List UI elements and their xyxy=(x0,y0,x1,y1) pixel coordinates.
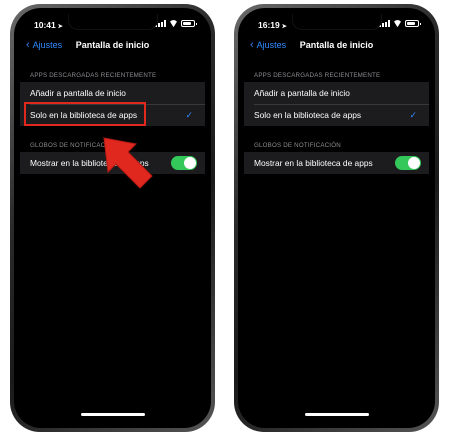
status-time: 16:19 ➤ xyxy=(258,20,287,30)
red-pointer-arrow xyxy=(103,137,153,189)
phone-frame-right: 16:19 ➤ ‹ Ajustes Pantalla de inicio APPS… xyxy=(234,4,439,432)
option-app-library-only[interactable]: Solo en la biblioteca de apps ✓ xyxy=(20,102,205,126)
home-indicator xyxy=(304,413,369,416)
option-app-library-only[interactable]: Solo en la biblioteca de apps ✓ xyxy=(244,104,429,126)
screen-left: 10:41 ➤ ‹ Ajustes Pantalla de inicio APPS… xyxy=(20,14,205,422)
badges-options: Mostrar en la biblioteca de apps xyxy=(244,152,429,174)
phone-bezel: 16:19 ➤ ‹ Ajustes Pantalla de inicio APPS… xyxy=(238,8,435,428)
show-in-library-row: Mostrar en la biblioteca de apps xyxy=(244,152,429,174)
navigation-bar: ‹ Ajustes Pantalla de inicio xyxy=(244,36,429,56)
checkmark-icon: ✓ xyxy=(409,109,417,120)
battery-icon xyxy=(181,20,197,27)
phone-bezel: 10:41 ➤ ‹ Ajustes Pantalla de inicio APPS… xyxy=(14,8,211,428)
option-label: Solo en la biblioteca de apps xyxy=(30,110,138,120)
notch xyxy=(67,14,158,30)
section-header-recent-apps: APPS DESCARGADAS RECIENTEMENTE xyxy=(254,72,381,79)
show-in-library-toggle[interactable] xyxy=(171,156,197,170)
checkmark-icon: ✓ xyxy=(185,109,193,120)
navigation-bar: ‹ Ajustes Pantalla de inicio xyxy=(20,36,205,56)
toggle-label: Mostrar en la biblioteca de apps xyxy=(254,158,373,168)
option-add-to-home[interactable]: Añadir a pantalla de inicio xyxy=(20,82,205,104)
option-label: Solo en la biblioteca de apps xyxy=(254,110,362,120)
wifi-icon xyxy=(169,20,178,27)
page-title: Pantalla de inicio xyxy=(299,40,374,50)
notch xyxy=(291,14,382,30)
section-header-recent-apps: APPS DESCARGADAS RECIENTEMENTE xyxy=(30,72,157,79)
location-arrow-icon: ➤ xyxy=(281,24,287,30)
option-add-to-home[interactable]: Añadir a pantalla de inicio xyxy=(244,82,429,104)
status-time: 10:41 ➤ xyxy=(34,20,63,30)
section-header-badges: GLOBOS DE NOTIFICACIÓN xyxy=(254,142,341,149)
wifi-icon xyxy=(393,20,402,27)
status-icons xyxy=(155,20,197,27)
battery-icon xyxy=(405,20,421,27)
screen-right: 16:19 ➤ ‹ Ajustes Pantalla de inicio APPS… xyxy=(244,14,429,422)
phone-frame-left: 10:41 ➤ ‹ Ajustes Pantalla de inicio APPS… xyxy=(10,4,215,432)
recent-apps-options: Añadir a pantalla de inicio Solo en la b… xyxy=(244,82,429,126)
option-label: Añadir a pantalla de inicio xyxy=(254,88,350,98)
show-in-library-toggle[interactable] xyxy=(395,156,421,170)
home-indicator xyxy=(80,413,145,416)
recent-apps-options: Añadir a pantalla de inicio Solo en la b… xyxy=(20,82,205,126)
status-icons xyxy=(379,20,421,27)
page-title: Pantalla de inicio xyxy=(75,40,150,50)
option-label: Añadir a pantalla de inicio xyxy=(30,88,126,98)
location-arrow-icon: ➤ xyxy=(57,24,63,30)
